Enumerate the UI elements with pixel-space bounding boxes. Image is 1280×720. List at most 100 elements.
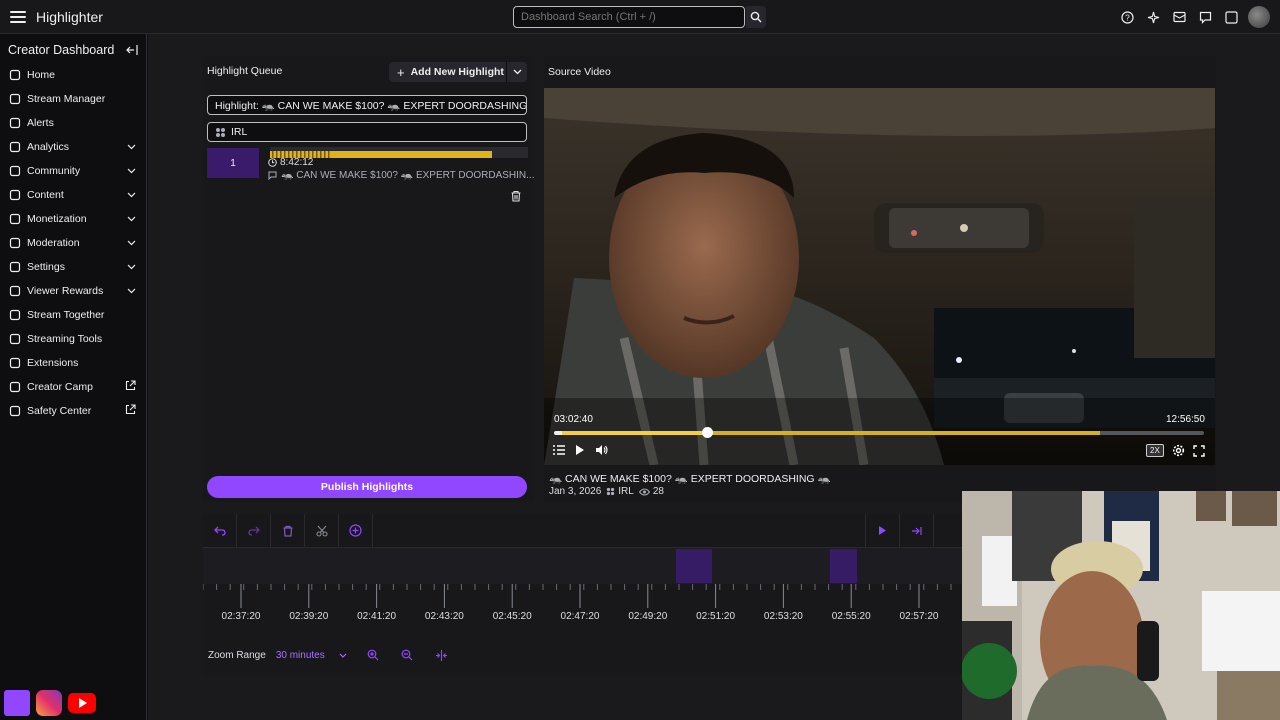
home-icon bbox=[8, 68, 22, 82]
publish-highlights-button[interactable]: Publish Highlights bbox=[207, 476, 527, 498]
category-icon bbox=[607, 487, 615, 496]
video-category: IRL bbox=[618, 486, 634, 497]
jump-to-end-button[interactable] bbox=[900, 513, 934, 548]
webcam-overlay bbox=[962, 491, 1280, 720]
play-icon[interactable] bbox=[575, 444, 585, 456]
help-icon[interactable]: ? bbox=[1118, 7, 1136, 27]
timeline-tick-label: 02:47:20 bbox=[560, 611, 600, 622]
safety-center-icon bbox=[8, 404, 22, 418]
highlight-queue-title: Highlight Queue bbox=[207, 65, 283, 77]
sidebar-item-analytics[interactable]: Analytics bbox=[0, 135, 146, 159]
sidebar-item-label: Moderation bbox=[27, 237, 80, 249]
video-title: 🦡 CAN WE MAKE $100? 🦡 EXPERT DOORDASHING… bbox=[549, 473, 831, 485]
chevron-down-icon bbox=[127, 189, 136, 201]
delete-clip-button[interactable] bbox=[510, 190, 522, 205]
timeline-tick-label: 02:57:20 bbox=[899, 611, 939, 622]
sidebar-item-streaming-tools[interactable]: Streaming Tools bbox=[0, 327, 146, 351]
sidebar-item-label: Settings bbox=[27, 261, 65, 273]
timeline-tick-label: 02:43:20 bbox=[424, 611, 464, 622]
title-icon bbox=[268, 171, 277, 180]
fit-timeline-icon[interactable] bbox=[435, 649, 448, 661]
gear-icon[interactable] bbox=[1172, 444, 1185, 457]
whispers-icon[interactable] bbox=[1196, 7, 1214, 27]
video-views: 28 bbox=[652, 486, 664, 497]
scrubber-handle[interactable] bbox=[701, 427, 713, 438]
timeline-highlight-segment[interactable] bbox=[830, 549, 857, 583]
stream-manager-icon bbox=[8, 92, 22, 106]
scissors-icon bbox=[315, 525, 328, 537]
sidebar-item-moderation[interactable]: Moderation bbox=[0, 231, 146, 255]
redo-button[interactable] bbox=[237, 513, 271, 548]
sidebar-item-viewer-rewards[interactable]: Viewer Rewards bbox=[0, 279, 146, 303]
avatar[interactable] bbox=[1248, 6, 1270, 28]
category-icon bbox=[216, 127, 225, 137]
sidebar-item-extensions[interactable]: Extensions bbox=[0, 351, 146, 375]
sidebar-item-stream-manager[interactable]: Stream Manager bbox=[0, 87, 146, 111]
zoom-out-icon[interactable] bbox=[401, 649, 413, 661]
collapse-sidebar-icon[interactable] bbox=[126, 45, 138, 55]
volume-icon[interactable] bbox=[595, 444, 608, 456]
search-button[interactable] bbox=[746, 6, 766, 28]
sidebar-item-safety-center[interactable]: Safety Center bbox=[0, 399, 146, 423]
sparkle-icon[interactable] bbox=[1144, 7, 1162, 27]
list-item[interactable]: 1 8:42:12 🦡 CAN WE MAKE $100? 🦡 EXPERT D… bbox=[207, 146, 535, 186]
sidebar-item-label: Viewer Rewards bbox=[27, 285, 104, 297]
timeline-tick-label: 02:45:20 bbox=[492, 611, 532, 622]
sidebar-item-stream-together[interactable]: Stream Together bbox=[0, 303, 146, 327]
timeline-highlight-segment[interactable] bbox=[676, 549, 712, 583]
add-new-highlight-label: Add New Highlight bbox=[410, 66, 504, 78]
fullscreen-icon[interactable] bbox=[1193, 444, 1205, 457]
clip-duration: 8:42:12 bbox=[268, 157, 313, 168]
youtube-icon bbox=[68, 693, 96, 713]
clock-icon bbox=[268, 158, 277, 167]
video-controls-right: 2X bbox=[1146, 444, 1205, 457]
social-links bbox=[4, 690, 96, 716]
timeline-ruler[interactable] bbox=[203, 584, 963, 608]
video-info-meta: Jan 3, 2026 IRL 28 bbox=[549, 486, 664, 497]
search-input[interactable] bbox=[513, 6, 745, 28]
sidebar-item-content[interactable]: Content bbox=[0, 183, 146, 207]
sidebar-item-creator-camp[interactable]: Creator Camp bbox=[0, 375, 146, 399]
cut-button[interactable] bbox=[305, 513, 339, 548]
sidebar-item-community[interactable]: Community bbox=[0, 159, 146, 183]
timeline-tick-label: 02:53:20 bbox=[763, 611, 803, 622]
speed-badge[interactable]: 2X bbox=[1146, 444, 1164, 457]
content-icon bbox=[8, 188, 22, 202]
sidebar-item-home[interactable]: Home bbox=[0, 63, 146, 87]
zoom-in-icon[interactable] bbox=[367, 649, 379, 661]
chevron-down-icon[interactable] bbox=[507, 69, 527, 75]
add-segment-button[interactable] bbox=[339, 513, 373, 548]
video-controls-left bbox=[553, 444, 608, 456]
sidebar-item-label: Safety Center bbox=[27, 405, 92, 417]
svg-text:?: ? bbox=[1125, 13, 1130, 22]
trash-icon bbox=[283, 525, 292, 537]
sidebar-item-label: Content bbox=[27, 189, 64, 201]
sidebar-nav: Home Stream Manager Alerts Analytics Communi… bbox=[0, 63, 146, 423]
inbox-icon[interactable] bbox=[1170, 7, 1188, 27]
stream-together-icon bbox=[8, 308, 22, 322]
sidebar-item-label: Creator Camp bbox=[27, 381, 93, 393]
sidebar-item-alerts[interactable]: Alerts bbox=[0, 111, 146, 135]
plus-icon: + bbox=[397, 64, 405, 80]
video-scrubber[interactable] bbox=[554, 427, 1204, 438]
undo-button[interactable] bbox=[203, 513, 237, 548]
category-field[interactable]: IRL bbox=[207, 122, 527, 142]
bits-icon[interactable] bbox=[1222, 7, 1240, 27]
video-player[interactable] bbox=[544, 88, 1215, 465]
timeline-play-button[interactable] bbox=[866, 513, 900, 548]
highlight-title-field[interactable]: Highlight: 🦡 CAN WE MAKE $100? 🦡 EXPERT … bbox=[207, 95, 527, 115]
sidebar-item-label: Extensions bbox=[27, 357, 79, 369]
zoom-range-select[interactable]: 30 minutes bbox=[276, 650, 347, 661]
chapters-icon[interactable] bbox=[553, 445, 565, 455]
play-icon bbox=[879, 526, 886, 535]
sidebar-item-monetization[interactable]: Monetization bbox=[0, 207, 146, 231]
sidebar-item-settings[interactable]: Settings bbox=[0, 255, 146, 279]
menu-icon[interactable] bbox=[8, 7, 28, 27]
undo-icon bbox=[213, 526, 226, 536]
add-new-highlight-button[interactable]: + Add New Highlight bbox=[389, 62, 527, 82]
delete-button[interactable] bbox=[271, 513, 305, 548]
zoom-controls: Zoom Range 30 minutes bbox=[203, 640, 448, 670]
sidebar-item-label: Monetization bbox=[27, 213, 87, 225]
external-link-icon bbox=[125, 404, 136, 418]
twitch-icon bbox=[4, 690, 30, 716]
